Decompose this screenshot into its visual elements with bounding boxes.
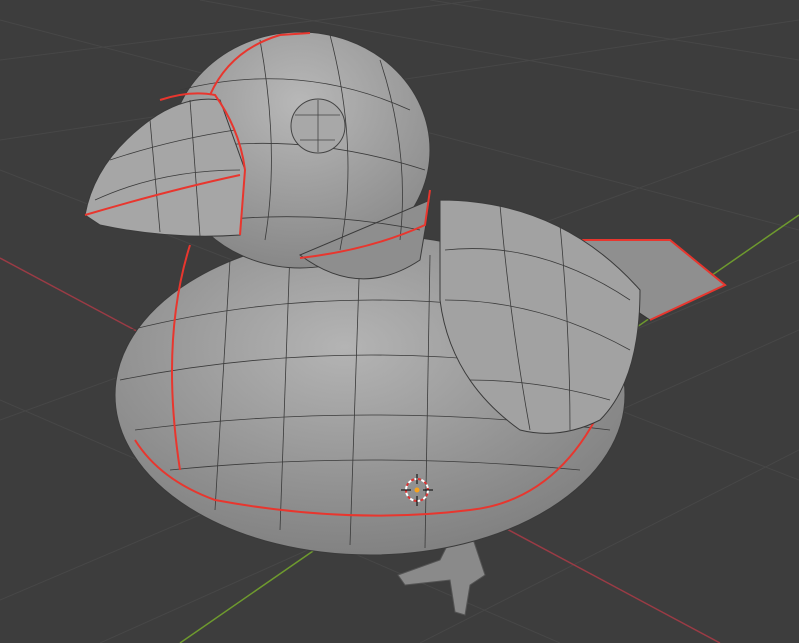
3d-viewport[interactable] [0, 0, 799, 643]
bird-mesh[interactable] [84, 31, 727, 616]
bird-beak [84, 98, 246, 237]
viewport-canvas[interactable] [0, 0, 799, 643]
